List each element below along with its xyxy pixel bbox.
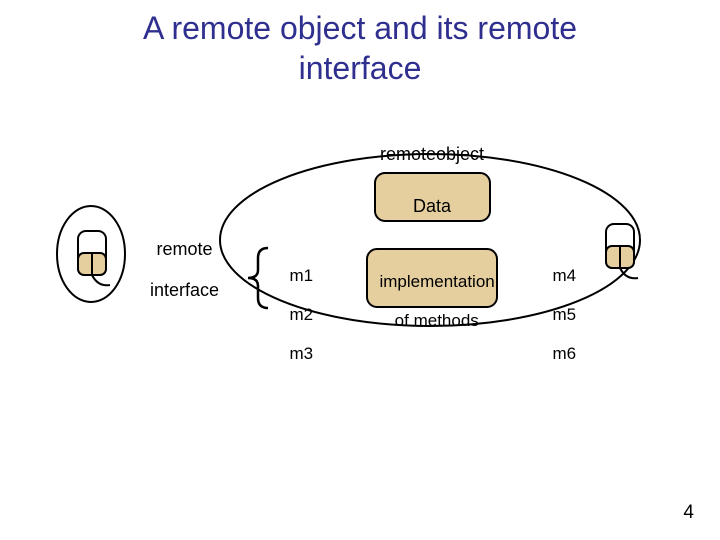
method-m1: m1 — [289, 266, 313, 285]
remote-interface-label: remote interface — [140, 218, 219, 301]
remote-interface-label-l1: remote — [157, 239, 213, 259]
method-m4: m4 — [552, 266, 576, 285]
method-m6: m6 — [552, 344, 576, 363]
implementation-label-l1: implementation — [379, 272, 494, 291]
implementation-label-l2: of methods — [395, 311, 479, 330]
page-number: 4 — [683, 502, 694, 524]
method-m3: m3 — [289, 344, 313, 363]
remote-object-label: remoteobject — [380, 144, 484, 165]
data-label: Data — [413, 196, 451, 217]
method-m5: m5 — [552, 305, 576, 324]
right-plug-icon — [606, 224, 638, 278]
implementation-label: implementation of methods — [370, 252, 494, 330]
diagram-canvas — [0, 0, 720, 540]
method-m2: m2 — [289, 305, 313, 324]
brace-icon — [248, 248, 268, 308]
right-methods-list: m4 m5 m6 — [543, 246, 576, 363]
left-plug-icon — [78, 231, 110, 285]
remote-interface-label-l2: interface — [150, 280, 219, 300]
left-methods-list: m1 m2 m3 — [280, 246, 313, 363]
